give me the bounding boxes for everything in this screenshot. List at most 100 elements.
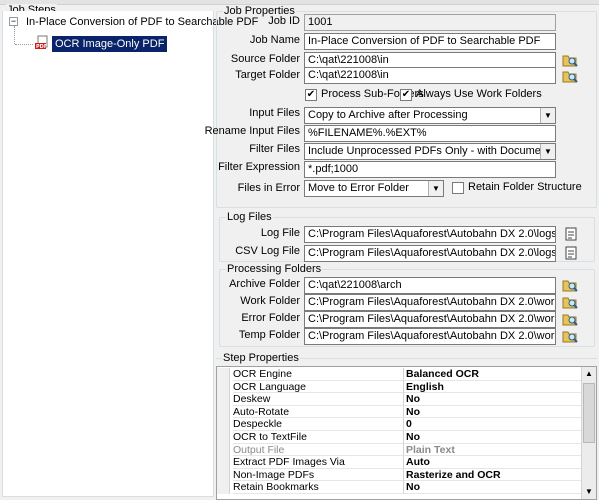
processing-folders-title: Processing Folders [226, 263, 323, 275]
property-name: OCR to TextFile [233, 431, 403, 444]
property-name: Output File [233, 444, 403, 457]
csv-log-file-field[interactable]: C:\Program Files\Aquaforest\Autobahn DX … [304, 245, 556, 262]
checkbox-box [452, 182, 464, 194]
step-properties-title: Step Properties [222, 352, 300, 364]
property-row[interactable]: Deskew No [217, 393, 582, 406]
scroll-up-icon[interactable]: ▲ [582, 367, 596, 381]
tree-item-ocr-step-label: OCR Image-Only PDF [55, 38, 165, 50]
rename-input-files-label: Rename Input Files [204, 125, 300, 137]
tree-connector [14, 26, 15, 44]
browse-file-icon[interactable] [563, 245, 579, 261]
job-id-label: Job ID [268, 15, 300, 27]
pdf-step-icon: PDF [34, 35, 50, 51]
row-gutter [217, 456, 230, 469]
archive-folder-label: Archive Folder [229, 278, 300, 290]
property-row[interactable]: OCR Engine Balanced OCR [217, 368, 582, 381]
filter-files-value: Include Unprocessed PDFs Only - with Doc… [308, 145, 555, 157]
scroll-down-icon[interactable]: ▼ [582, 485, 596, 499]
property-row[interactable]: Output File Plain Text [217, 443, 582, 457]
property-value[interactable]: No [403, 431, 582, 444]
target-folder-label: Target Folder [235, 69, 300, 81]
svg-text:PDF: PDF [36, 44, 47, 50]
property-value[interactable]: Rasterize and OCR [403, 468, 582, 482]
row-gutter [217, 393, 230, 406]
always-use-work-folders-label: Always Use Work Folders [416, 88, 542, 100]
error-folder-field[interactable]: C:\Program Files\Aquaforest\Autobahn DX … [304, 311, 556, 328]
retain-folder-structure-label: Retain Folder Structure [468, 181, 582, 193]
job-id-field: 1001 [304, 14, 556, 31]
dropdown-arrow-icon[interactable]: ▼ [428, 181, 443, 196]
log-files-title: Log Files [226, 211, 273, 223]
property-name: Retain Bookmarks [233, 481, 403, 494]
property-name: Non-Image PDFs [233, 469, 403, 482]
property-row[interactable]: OCR Language English [217, 380, 582, 394]
browse-file-icon[interactable] [563, 226, 579, 242]
target-folder-field[interactable]: C:\qat\221008\in [304, 67, 556, 84]
files-in-error-dropdown[interactable]: Move to Error Folder ▼ [304, 180, 444, 197]
filter-files-label: Filter Files [249, 143, 300, 155]
property-row[interactable]: OCR to TextFile No [217, 431, 582, 444]
row-gutter [217, 368, 230, 381]
files-in-error-value: Move to Error Folder [308, 182, 409, 194]
tree-item-ocr-step[interactable]: OCR Image-Only PDF [52, 36, 168, 52]
property-value[interactable]: No [403, 393, 582, 406]
property-name: Extract PDF Images Via [233, 456, 403, 469]
filter-expression-field[interactable]: *.pdf;1000 [304, 161, 556, 178]
property-value[interactable]: Balanced OCR [403, 368, 582, 381]
job-steps-tree[interactable]: − In-Place Conversion of PDF to Searchab… [2, 11, 258, 497]
property-value[interactable]: English [403, 380, 582, 394]
browse-folder-icon[interactable] [562, 68, 578, 84]
log-file-label: Log File [260, 227, 300, 239]
log-file-field[interactable]: C:\Program Files\Aquaforest\Autobahn DX … [304, 226, 556, 243]
property-name: Despeckle [233, 418, 403, 431]
browse-folder-icon[interactable] [562, 328, 578, 344]
grid-scrollbar[interactable]: ▲ ▼ [581, 367, 596, 499]
collapse-icon[interactable]: − [9, 17, 18, 26]
checkbox-check-icon: ✔ [305, 89, 317, 101]
property-row[interactable]: Despeckle 0 [217, 418, 582, 431]
row-gutter [217, 380, 230, 394]
property-value[interactable]: No [403, 481, 582, 494]
csv-log-file-label: CSV Log File [235, 245, 300, 257]
work-folder-field[interactable]: C:\Program Files\Aquaforest\Autobahn DX … [304, 294, 556, 311]
row-gutter [217, 481, 230, 494]
always-use-work-folders-checkbox[interactable]: ✔ Always Use Work Folders [400, 88, 542, 102]
property-value[interactable]: Auto [403, 456, 582, 469]
browse-folder-icon[interactable] [562, 294, 578, 310]
property-row[interactable]: Retain Bookmarks No [217, 481, 582, 494]
property-row[interactable]: Auto-Rotate No [217, 405, 582, 419]
property-name: Auto-Rotate [233, 406, 403, 419]
source-folder-label: Source Folder [230, 53, 300, 65]
work-folder-label: Work Folder [240, 295, 300, 307]
row-gutter [217, 431, 230, 444]
property-value[interactable]: 0 [403, 418, 582, 431]
row-gutter [217, 405, 230, 419]
property-name: OCR Language [233, 381, 403, 394]
input-files-dropdown[interactable]: Copy to Archive after Processing ▼ [304, 107, 556, 124]
property-name: Deskew [233, 393, 403, 406]
browse-folder-icon[interactable] [562, 277, 578, 293]
tree-connector-h [15, 44, 33, 45]
filter-files-dropdown[interactable]: Include Unprocessed PDFs Only - with Doc… [304, 143, 556, 160]
rename-input-files-field[interactable]: %FILENAME%.%EXT% [304, 125, 556, 142]
step-properties-grid[interactable]: OCR Engine Balanced OCR OCR Language Englis… [216, 366, 597, 500]
temp-folder-label: Temp Folder [238, 329, 300, 341]
property-row[interactable]: Non-Image PDFs Rasterize and OCR [217, 468, 582, 482]
browse-folder-icon[interactable] [562, 52, 578, 68]
dropdown-arrow-icon[interactable]: ▼ [540, 144, 555, 159]
browse-folder-icon[interactable] [562, 311, 578, 327]
retain-folder-structure-checkbox[interactable]: Retain Folder Structure [452, 181, 582, 195]
job-name-field[interactable]: In-Place Conversion of PDF to Searchable… [304, 33, 556, 50]
scroll-thumb[interactable] [583, 383, 595, 443]
archive-folder-field[interactable]: C:\qat\221008\arch [304, 277, 556, 294]
property-value[interactable]: Plain Text [403, 443, 582, 457]
property-value[interactable]: No [403, 405, 582, 419]
input-files-value: Copy to Archive after Processing [308, 109, 468, 121]
row-gutter [217, 468, 230, 482]
dropdown-arrow-icon[interactable]: ▼ [540, 108, 555, 123]
job-name-label: Job Name [249, 34, 300, 46]
error-folder-label: Error Folder [241, 312, 300, 324]
row-gutter [217, 443, 230, 457]
property-row[interactable]: Extract PDF Images Via Auto [217, 456, 582, 469]
temp-folder-field[interactable]: C:\Program Files\Aquaforest\Autobahn DX … [304, 328, 556, 345]
